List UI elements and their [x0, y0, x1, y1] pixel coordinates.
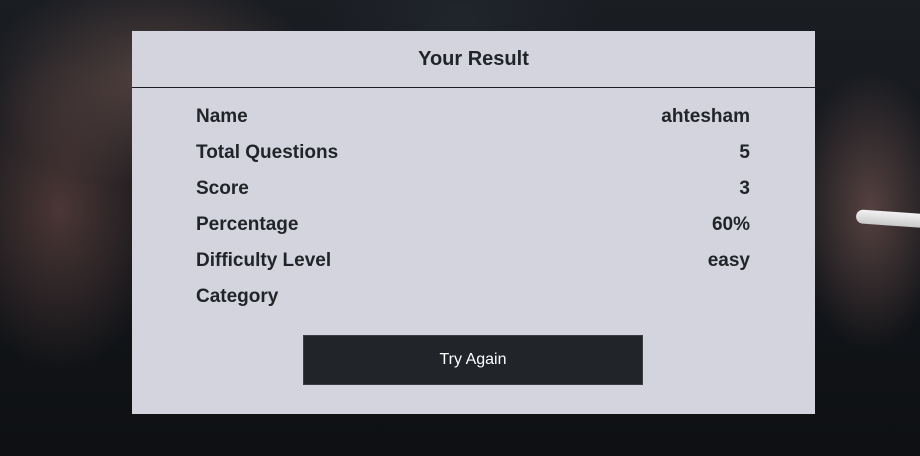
row-value: ahtesham [661, 106, 750, 127]
result-row-total-questions: Total Questions 5 [196, 135, 750, 171]
row-label: Name [196, 106, 248, 127]
result-title: Your Result [418, 47, 529, 70]
result-row-difficulty-level: Difficulty Level easy [196, 243, 750, 279]
try-again-button[interactable]: Try Again [303, 335, 643, 385]
row-label: Category [196, 286, 279, 307]
row-value: 5 [739, 142, 750, 163]
result-row-score: Score 3 [196, 171, 750, 207]
row-label: Total Questions [196, 142, 339, 163]
row-label: Score [196, 178, 249, 199]
row-value: 60% [711, 214, 750, 235]
row-label: Percentage [196, 214, 299, 235]
result-row-name: Name ahtesham [196, 99, 750, 135]
result-details: Name ahtesham Total Questions 5 Score 3 … [196, 99, 750, 315]
row-value: easy [707, 250, 750, 271]
row-label: Difficulty Level [196, 250, 332, 271]
result-card-header: Your Result [132, 31, 815, 88]
row-value: 3 [739, 178, 750, 199]
result-card: Your Result Name ahtesham Total Question… [132, 31, 815, 414]
result-row-category: Category [196, 279, 750, 315]
result-row-percentage: Percentage 60% [196, 207, 750, 243]
